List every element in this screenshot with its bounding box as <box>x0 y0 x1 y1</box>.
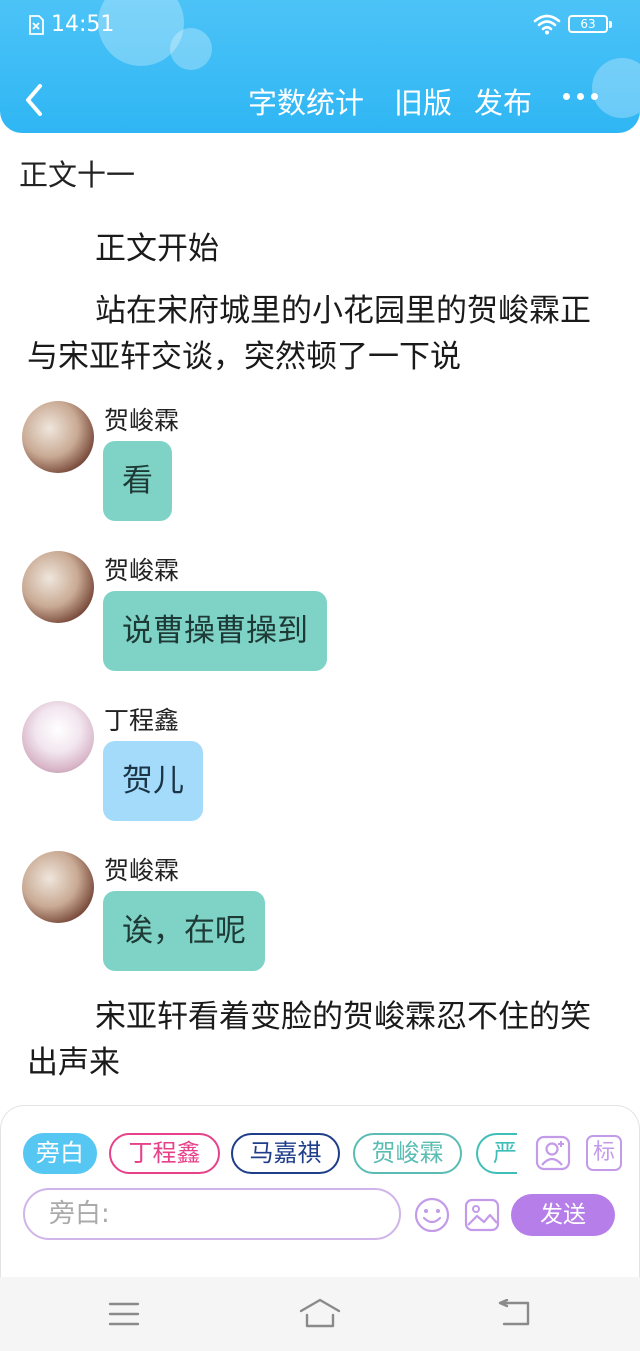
message-bubble[interactable]: 说曹操曹操到 <box>103 591 327 671</box>
chat-message[interactable]: 贺峻霖 说曹操曹操到 <box>22 551 622 681</box>
battery-level: 63 <box>580 17 596 31</box>
message-bubble[interactable]: 诶，在呢 <box>103 891 265 971</box>
chat-message[interactable]: 贺峻霖 诶，在呢 <box>22 851 622 981</box>
send-button[interactable]: 发送 <box>511 1194 615 1236</box>
composer-panel: 旁白 丁程鑫 马嘉祺 贺峻霖 严 标 旁白: 发送 <box>0 1105 640 1277</box>
role-chip-narration[interactable]: 旁白 <box>23 1133 97 1174</box>
wifi-icon <box>533 14 561 35</box>
chat-message[interactable]: 丁程鑫 贺儿 <box>22 701 622 831</box>
sender-name: 贺峻霖 <box>104 406 180 435</box>
message-bubble[interactable]: 看 <box>103 441 172 521</box>
sender-name: 贺峻霖 <box>104 856 180 885</box>
sender-name: 丁程鑫 <box>104 706 180 735</box>
old-version-button[interactable]: 旧版 <box>394 80 452 122</box>
sender-name: 贺峻霖 <box>104 556 180 585</box>
narration-paragraph[interactable]: 正文开始 <box>27 226 607 272</box>
role-chip-ding-chengxin[interactable]: 丁程鑫 <box>109 1133 220 1174</box>
sim-icon <box>29 15 44 35</box>
message-bubble[interactable]: 贺儿 <box>103 741 203 821</box>
back-button[interactable] <box>18 80 52 120</box>
chat-message[interactable]: 贺峻霖 看 <box>22 401 622 531</box>
message-input[interactable]: 旁白: <box>23 1188 401 1240</box>
publish-button[interactable]: 发布 <box>474 80 532 122</box>
more-icon[interactable] <box>560 86 600 110</box>
tag-button[interactable]: 标 <box>586 1135 622 1171</box>
avatar <box>22 701 94 773</box>
back-icon[interactable] <box>498 1299 532 1327</box>
narration-paragraph[interactable]: 宋亚轩看着变脸的贺峻霖忍不住的笑出声来 <box>27 994 607 1086</box>
app-header: 14:51 63 字数统计 旧版 发布 <box>0 0 640 133</box>
add-character-icon[interactable] <box>535 1135 571 1171</box>
narration-paragraph[interactable]: 站在宋府城里的小花园里的贺峻霖正与宋亚轩交谈，突然顿了一下说 <box>27 288 607 380</box>
chapter-title[interactable]: 正文十一 <box>19 152 135 194</box>
battery-icon: 63 <box>568 15 612 33</box>
status-time: 14:51 <box>51 12 115 37</box>
role-chip-yan[interactable]: 严 <box>476 1133 517 1174</box>
avatar <box>22 401 94 473</box>
avatar <box>22 851 94 923</box>
role-chip-ma-jiaqi[interactable]: 马嘉祺 <box>231 1133 340 1174</box>
menu-icon[interactable] <box>108 1301 140 1327</box>
home-icon[interactable] <box>298 1297 342 1329</box>
status-bar: 14:51 63 <box>0 0 640 50</box>
word-count-button[interactable]: 字数统计 <box>248 80 364 122</box>
avatar <box>22 551 94 623</box>
system-nav-bar <box>0 1277 640 1351</box>
role-chip-he-junlin[interactable]: 贺峻霖 <box>353 1133 462 1174</box>
emoji-icon[interactable] <box>414 1197 450 1233</box>
image-icon[interactable] <box>464 1197 500 1233</box>
